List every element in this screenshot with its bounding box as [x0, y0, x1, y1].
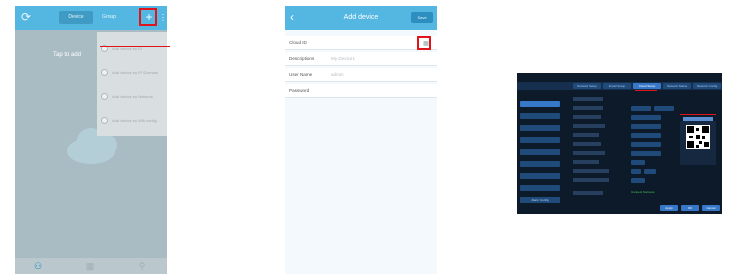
wifi-icon	[101, 116, 108, 124]
cloud-id-row[interactable]: Cloud ID ▦	[285, 36, 437, 50]
highlight-box	[139, 8, 157, 26]
setting-label	[573, 97, 603, 101]
bottom-nav: ⚇ ▦ ⚲	[15, 258, 167, 274]
field-label: Password	[289, 88, 310, 93]
setting-value[interactable]	[631, 151, 661, 156]
menu-item-add-by-network[interactable]: Add device by Network	[101, 86, 165, 106]
save-button[interactable]: Save	[411, 12, 433, 23]
setting-label	[573, 115, 601, 119]
nvr-sidebar: Alarm Config	[520, 95, 560, 207]
tab-cloud-setup[interactable]: Cloud Setup	[633, 83, 661, 89]
pointer-line	[100, 46, 170, 47]
sidebar-item[interactable]	[520, 185, 560, 191]
field-label: Cloud ID	[289, 40, 307, 45]
menu-item-label: Add device by Network	[112, 93, 153, 99]
setting-value[interactable]	[631, 106, 651, 111]
menu-item-add-by-id[interactable]: Add device by ID	[101, 38, 165, 58]
setting-label	[573, 191, 603, 195]
tab-network-status[interactable]: Network Status	[663, 83, 691, 89]
back-icon[interactable]: ‹	[290, 9, 300, 25]
apply-button[interactable]: Apply	[660, 205, 678, 211]
field-label: User Name	[289, 72, 313, 77]
tab-underline	[635, 90, 657, 91]
setting-value[interactable]	[631, 142, 661, 147]
connect-status: Connect Success	[631, 190, 655, 194]
password-row[interactable]: Password	[285, 84, 437, 98]
setting-value[interactable]	[631, 160, 645, 165]
setting-value[interactable]	[631, 169, 641, 174]
username-row[interactable]: User Name admin	[285, 68, 437, 82]
menu-item-add-by-wifi[interactable]: Add device by Wifi config	[101, 110, 165, 130]
tab-network-config[interactable]: Network Config	[693, 83, 721, 89]
menu-item-label: Add device by Wifi config	[112, 117, 157, 123]
setting-label	[573, 142, 601, 146]
pointer-line	[680, 114, 716, 115]
description-row[interactable]: Descriptions My Device1	[285, 52, 437, 66]
setting-label	[573, 151, 605, 155]
tab-device[interactable]: Device	[59, 11, 93, 24]
description-field[interactable]: My Device1	[331, 52, 355, 66]
setting-value[interactable]	[644, 169, 656, 174]
sidebar-item[interactable]	[520, 149, 560, 155]
ok-button[interactable]: OK	[681, 205, 699, 211]
refresh-icon[interactable]: ⟳	[21, 10, 35, 24]
highlight-box	[417, 36, 431, 50]
page-title: Add device	[343, 14, 379, 21]
setting-value[interactable]	[654, 106, 674, 111]
setting-value[interactable]	[631, 124, 661, 129]
sidebar-item[interactable]	[520, 137, 560, 143]
setting-label	[573, 169, 609, 173]
menu-item-add-by-ip[interactable]: Add device by IP /Domain	[101, 62, 165, 82]
setting-value[interactable]	[631, 115, 661, 120]
setting-label	[573, 133, 599, 137]
sidebar-item[interactable]	[520, 161, 560, 167]
add-device-screen: ‹ Add device Save Cloud ID ▦ Description…	[285, 6, 437, 274]
setting-label	[573, 178, 609, 182]
user-icon[interactable]: ⚇	[33, 261, 43, 271]
qr-code-icon	[686, 125, 710, 149]
tab-network-setup[interactable]: Network Setup	[573, 83, 601, 89]
setting-value[interactable]	[631, 133, 661, 138]
sidebar-item-alarm-config[interactable]: Alarm Config	[520, 197, 560, 203]
more-icon[interactable]: ⋮	[159, 10, 167, 25]
cancel-button[interactable]: Cancel	[702, 205, 720, 211]
sidebar-item[interactable]	[520, 101, 560, 107]
add-device-menu: Add device by ID Add device by IP /Domai…	[97, 32, 167, 136]
setting-label	[573, 124, 605, 128]
sidebar-item[interactable]	[520, 173, 560, 179]
setting-label	[573, 160, 599, 164]
network-icon	[101, 92, 108, 100]
tab-group[interactable]: Group	[95, 11, 123, 24]
settings-icon[interactable]: ⚲	[137, 261, 147, 271]
menu-item-label: Add device by IP /Domain	[112, 69, 158, 75]
tap-to-add-hint: Tap to add	[53, 52, 82, 58]
tab-email-setup[interactable]: Email Setup	[603, 83, 631, 89]
nvr-network-screen: Network Setup Email Setup Cloud Setup Ne…	[517, 73, 722, 214]
grid-icon[interactable]: ▦	[85, 261, 95, 271]
ip-icon	[101, 68, 108, 76]
sidebar-item[interactable]	[520, 113, 560, 119]
field-label: Descriptions	[289, 56, 315, 61]
sidebar-item[interactable]	[520, 125, 560, 131]
username-field[interactable]: admin	[331, 68, 344, 82]
setting-label	[573, 106, 603, 110]
setting-value[interactable]	[631, 178, 645, 183]
